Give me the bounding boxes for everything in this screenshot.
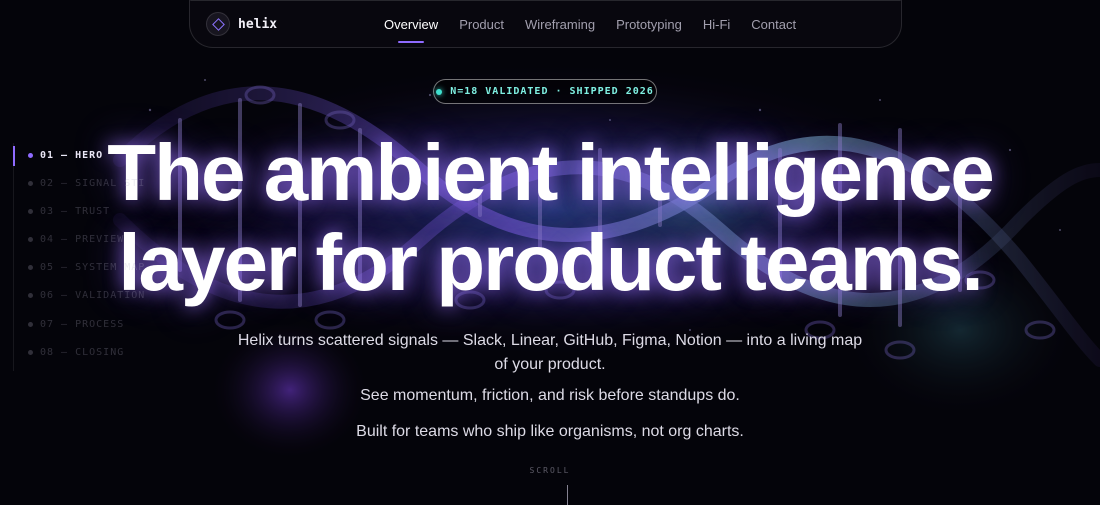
nav-link-prototyping[interactable]: Prototyping: [616, 17, 682, 32]
status-dot-icon: [436, 88, 443, 95]
sidenav-item-system-map[interactable]: 05 — SYSTEM MAP: [28, 262, 145, 273]
sidenav-item-trust[interactable]: 03 — TRUST: [28, 206, 110, 217]
scroll-indicator-line: [567, 485, 568, 505]
sidenav-active-indicator: [13, 146, 15, 166]
bullet-icon: [28, 181, 33, 186]
scroll-indicator-label[interactable]: SCROLL: [0, 466, 1100, 475]
bullet-icon: [28, 293, 33, 298]
sidenav-item-label: 06 — VALIDATION: [40, 290, 146, 301]
bullet-icon: [28, 350, 33, 355]
nav-link-product[interactable]: Product: [459, 17, 504, 32]
bullet-icon: [28, 153, 33, 158]
sidenav-item-preview[interactable]: 04 — PREVIEW: [28, 234, 124, 245]
sidenav-item-label: 08 — CLOSING: [40, 347, 125, 358]
sidenav-item-label: 02 — SIGNAL STI: [40, 178, 146, 189]
sidenav-item-closing[interactable]: 08 — CLOSING: [28, 347, 124, 358]
sidenav-item-signal[interactable]: 02 — SIGNAL STI: [28, 178, 145, 189]
sidenav-track: [13, 143, 14, 371]
sidenav-item-process[interactable]: 07 — PROCESS: [28, 319, 124, 330]
sidenav-item-label: 04 — PREVIEW: [40, 234, 125, 245]
section-side-navigation: 01 — HERO 02 — SIGNAL STI 03 — TRUST 04 …: [13, 143, 173, 371]
sidenav-item-label: 03 — TRUST: [40, 206, 111, 217]
sidenav-item-label: 01 — HERO: [40, 150, 104, 161]
nav-links: Overview Product Wireframing Prototyping…: [384, 0, 796, 48]
hero-tagline: See momentum, friction, and risk before …: [360, 387, 740, 404]
bullet-icon: [28, 237, 33, 242]
hero-closing-line: Built for teams who ship like organisms,…: [356, 423, 744, 440]
sidenav-item-label: 05 — SYSTEM MAP: [40, 262, 146, 273]
badge-text: N=18 VALIDATED · SHIPPED 2026: [450, 86, 654, 97]
diamond-icon: [206, 12, 230, 36]
bullet-icon: [28, 265, 33, 270]
sidenav-item-validation[interactable]: 06 — VALIDATION: [28, 290, 145, 301]
brand-logo[interactable]: helix: [206, 12, 277, 36]
bullet-icon: [28, 209, 33, 214]
top-navigation: helix Overview Product Wireframing Proto…: [189, 0, 902, 48]
nav-link-hi-fi[interactable]: Hi-Fi: [703, 17, 730, 32]
sidenav-item-label: 07 — PROCESS: [40, 319, 125, 330]
validation-badge: N=18 VALIDATED · SHIPPED 2026: [433, 79, 657, 104]
nav-link-overview[interactable]: Overview: [384, 17, 438, 43]
nav-link-wireframing[interactable]: Wireframing: [525, 17, 595, 32]
bullet-icon: [28, 322, 33, 327]
brand-name: helix: [238, 16, 278, 32]
sidenav-item-hero[interactable]: 01 — HERO: [28, 150, 103, 161]
nav-link-contact[interactable]: Contact: [751, 17, 796, 32]
